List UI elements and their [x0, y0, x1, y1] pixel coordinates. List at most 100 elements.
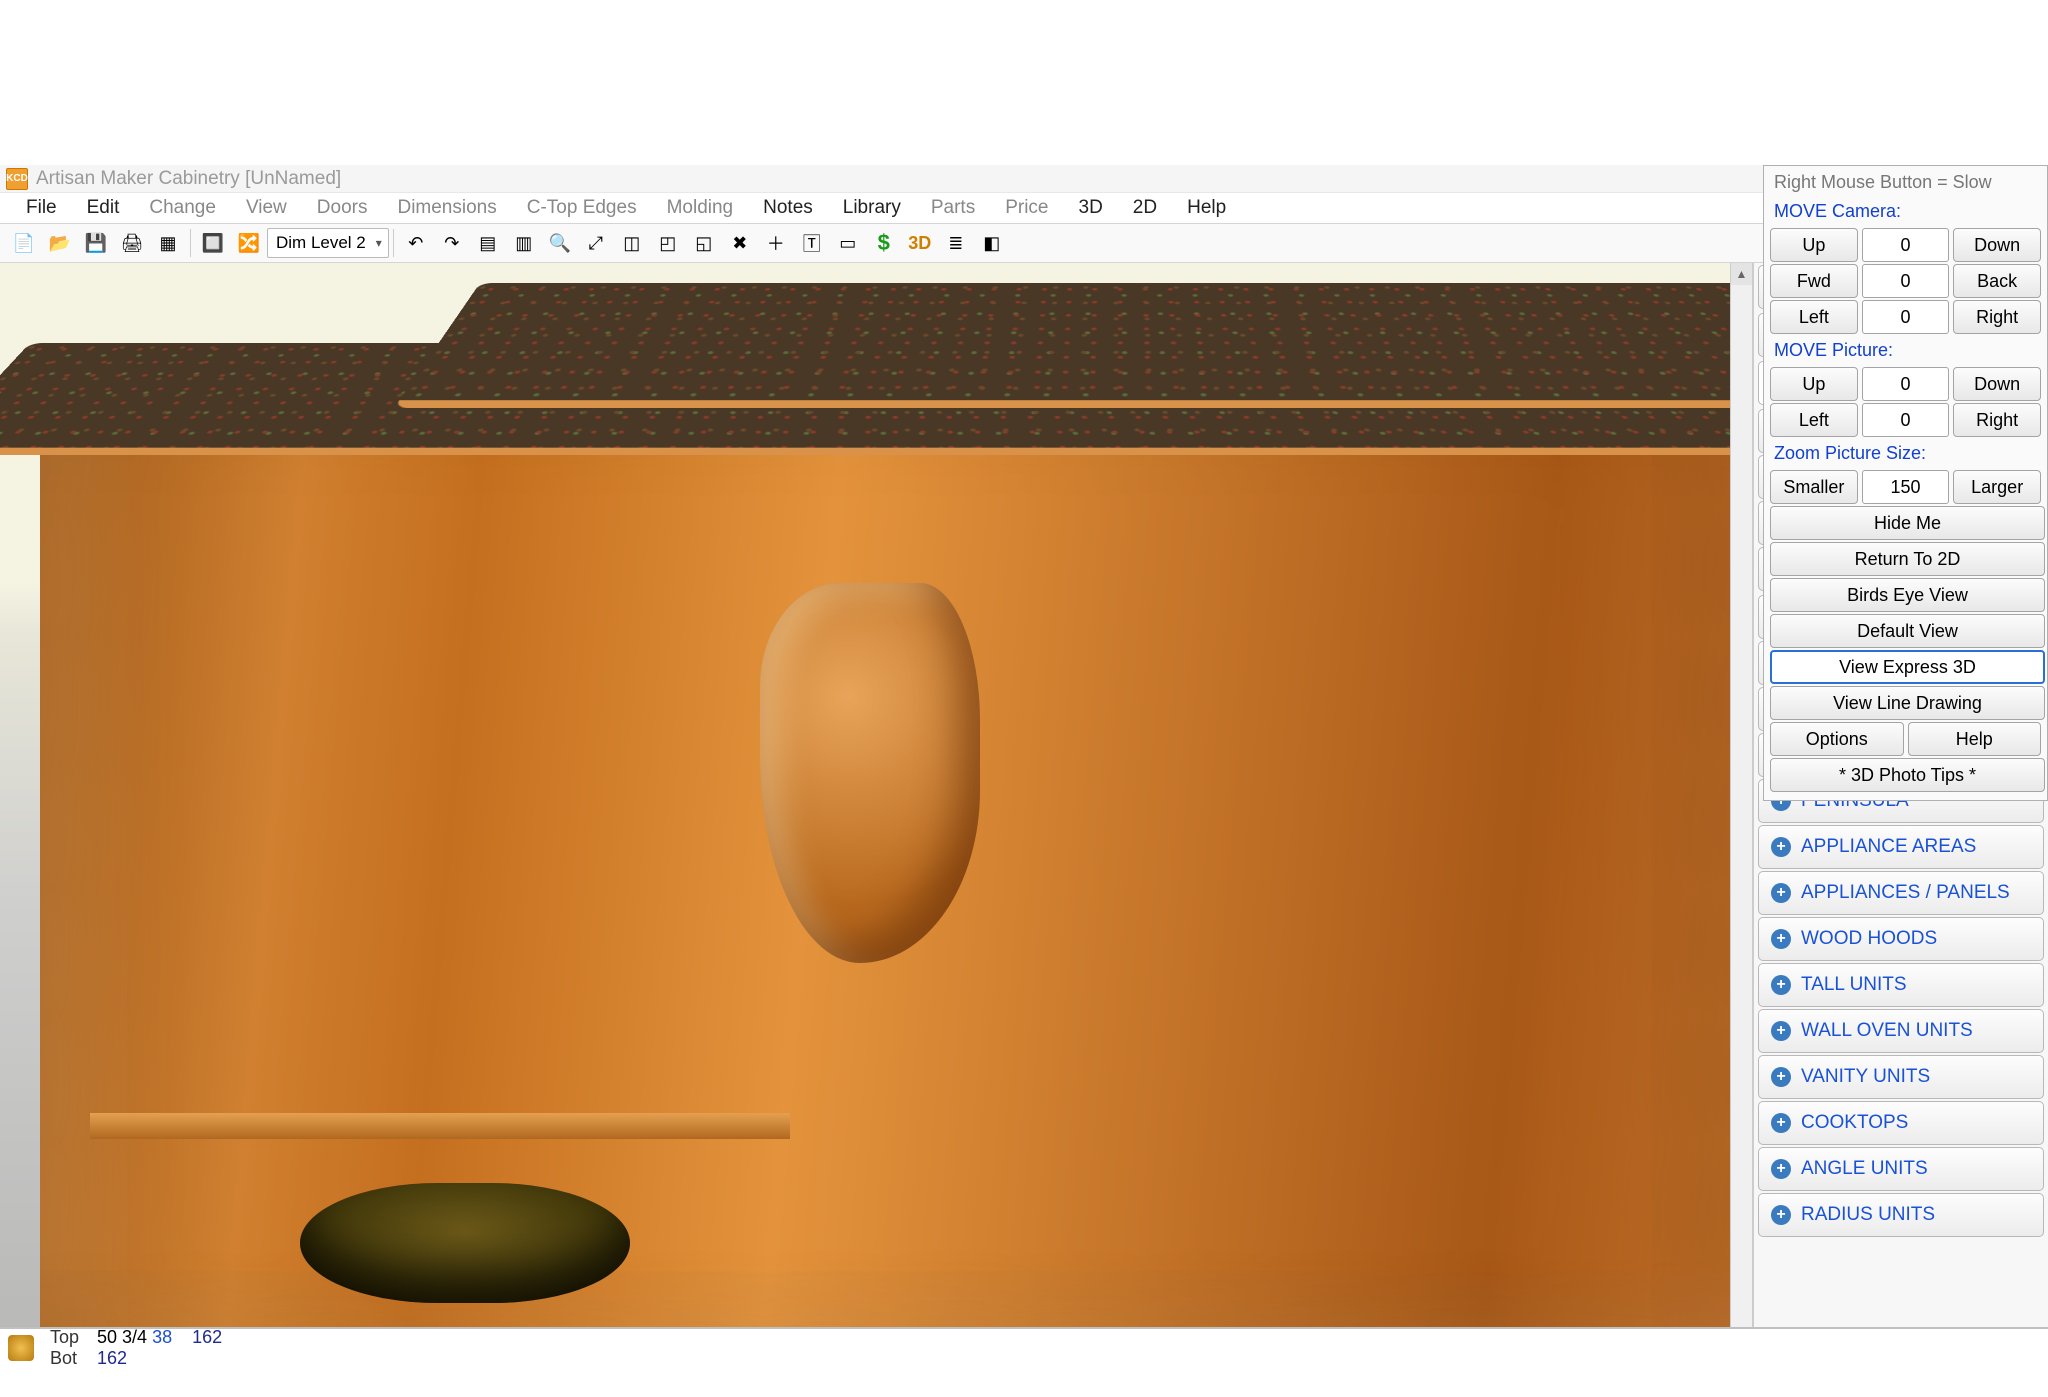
shape3-icon[interactable]: ◱: [686, 227, 722, 259]
shape1-icon[interactable]: ◫: [614, 227, 650, 259]
action-hide-me[interactable]: Hide Me: [1770, 506, 2045, 540]
expand-icon: +: [1771, 1159, 1791, 1179]
undo-icon[interactable]: ↶: [398, 227, 434, 259]
action-return-to-2d[interactable]: Return To 2D: [1770, 542, 2045, 576]
category-appliances-panels[interactable]: +APPLIANCES / PANELS: [1758, 871, 2044, 915]
picture-up-button[interactable]: Up: [1770, 367, 1858, 401]
picture-value-0[interactable]: 0: [1862, 367, 1950, 401]
cabinet-shelf: [90, 1113, 790, 1139]
picture-left-button[interactable]: Left: [1770, 403, 1858, 437]
status-icon: [8, 1335, 34, 1361]
picture-right-button[interactable]: Right: [1953, 403, 2041, 437]
category-vanity-units[interactable]: +VANITY UNITS: [1758, 1055, 2044, 1099]
camera-up-button[interactable]: Up: [1770, 228, 1858, 262]
menu-notes[interactable]: Notes: [749, 193, 827, 223]
3d-viewport[interactable]: ▲: [0, 263, 1753, 1327]
menu-c-top-edges[interactable]: C-Top Edges: [513, 193, 651, 223]
category-label: WALL OVEN UNITS: [1801, 1020, 1973, 1042]
status-top-a: 50 3/4: [97, 1327, 147, 1347]
threeD-icon[interactable]: 3D: [902, 227, 938, 259]
menu-molding[interactable]: Molding: [653, 193, 748, 223]
dollar-icon[interactable]: $: [866, 227, 902, 259]
viewport-scrollbar[interactable]: ▲: [1730, 263, 1752, 1327]
menu-change[interactable]: Change: [135, 193, 230, 223]
category-appliance-areas[interactable]: +APPLIANCE AREAS: [1758, 825, 2044, 869]
expand-icon: +: [1771, 929, 1791, 949]
new-file-icon[interactable]: 📄: [6, 227, 42, 259]
scroll-up-icon[interactable]: ▲: [1731, 263, 1752, 285]
color-icon[interactable]: ◧: [974, 227, 1010, 259]
category-tall-units[interactable]: +TALL UNITS: [1758, 963, 2044, 1007]
grid-icon[interactable]: ▦: [150, 227, 186, 259]
picture-row-0: Up0Down: [1770, 367, 2041, 401]
zoom-in-icon[interactable]: 🔍: [542, 227, 578, 259]
camera-fwd-button[interactable]: Fwd: [1770, 264, 1858, 298]
category-label: APPLIANCE AREAS: [1801, 836, 1976, 858]
options-button[interactable]: Options: [1770, 722, 1904, 756]
redo-icon[interactable]: ↷: [434, 227, 470, 259]
expand-icon: +: [1771, 1067, 1791, 1087]
category-label: COOKTOPS: [1801, 1112, 1908, 1134]
menu-view[interactable]: View: [232, 193, 301, 223]
status-dimensions: Top 50 3/4 38 162 Bot 162: [50, 1327, 222, 1368]
picture-value-1[interactable]: 0: [1862, 403, 1950, 437]
menu-3d[interactable]: 3D: [1065, 193, 1117, 223]
menu-doors[interactable]: Doors: [303, 193, 382, 223]
swap-icon[interactable]: 🔀: [231, 227, 267, 259]
help-button[interactable]: Help: [1908, 722, 2042, 756]
action-view-line-drawing[interactable]: View Line Drawing: [1770, 686, 2045, 720]
camera-row-0: Up0Down: [1770, 228, 2041, 262]
zoom-larger-button[interactable]: Larger: [1953, 470, 2041, 504]
menu-bar: FileEditChangeViewDoorsDimensionsC-Top E…: [0, 193, 2048, 223]
menu-help[interactable]: Help: [1173, 193, 1240, 223]
picture-down-button[interactable]: Down: [1953, 367, 2041, 401]
menu-library[interactable]: Library: [829, 193, 915, 223]
category-label: ANGLE UNITS: [1801, 1158, 1928, 1180]
save-icon[interactable]: 💾: [78, 227, 114, 259]
category-wood-hoods[interactable]: +WOOD HOODS: [1758, 917, 2044, 961]
action-default-view[interactable]: Default View: [1770, 614, 2045, 648]
zoom-smaller-button[interactable]: Smaller: [1770, 470, 1858, 504]
zoom-fit-icon[interactable]: ⤢: [578, 227, 614, 259]
wand-icon[interactable]: ✖: [722, 227, 758, 259]
category-radius-units[interactable]: +RADIUS UNITS: [1758, 1193, 2044, 1237]
menu-dimensions[interactable]: Dimensions: [383, 193, 510, 223]
open-file-icon[interactable]: 📂: [42, 227, 78, 259]
bars-icon[interactable]: ≣: [938, 227, 974, 259]
camera-row-1: Fwd0Back: [1770, 264, 2041, 298]
main-area: ▲ Add Wall Frameless WallHalfWindowDoor …: [0, 263, 2048, 1327]
text-box-icon[interactable]: 🅃: [794, 227, 830, 259]
menu-file[interactable]: File: [12, 193, 71, 223]
camera-value-1[interactable]: 0: [1862, 264, 1950, 298]
dim-level-select[interactable]: Dim Level 2: [267, 228, 389, 258]
category-wall-oven-units[interactable]: +WALL OVEN UNITS: [1758, 1009, 2044, 1053]
zoom-value[interactable]: 150: [1862, 470, 1950, 504]
menu-parts[interactable]: Parts: [917, 193, 989, 223]
camera-value-2[interactable]: 0: [1862, 300, 1950, 334]
menu-edit[interactable]: Edit: [73, 193, 134, 223]
camera-back-button[interactable]: Back: [1953, 264, 2041, 298]
print-icon[interactable]: 🖨: [114, 227, 150, 259]
app-title: Artisan Maker Cabinetry [UnNamed]: [36, 168, 341, 190]
tiles-icon[interactable]: 🔲: [195, 227, 231, 259]
shape2-icon[interactable]: ◰: [650, 227, 686, 259]
camera-down-button[interactable]: Down: [1953, 228, 2041, 262]
camera-control-panel[interactable]: Right Mouse Button = Slow MOVE Camera: U…: [1763, 165, 2048, 801]
camera-left-button[interactable]: Left: [1770, 300, 1858, 334]
category-cooktops[interactable]: +COOKTOPS: [1758, 1101, 2044, 1145]
toolbar-separator: [190, 229, 191, 257]
category-angle-units[interactable]: + ANGLE UNITS: [1758, 1147, 2044, 1191]
menu-price[interactable]: Price: [991, 193, 1062, 223]
status-bar: Top 50 3/4 38 162 Bot 162: [0, 1327, 2048, 1367]
3d-photo-tips-button[interactable]: * 3D Photo Tips *: [1770, 758, 2045, 792]
table-icon[interactable]: ▤: [470, 227, 506, 259]
table-add-icon[interactable]: ▥: [506, 227, 542, 259]
action-birds-eye-view[interactable]: Birds Eye View: [1770, 578, 2045, 612]
menu-2d[interactable]: 2D: [1119, 193, 1171, 223]
rectangle-icon[interactable]: ▭: [830, 227, 866, 259]
camera-right-button[interactable]: Right: [1953, 300, 2041, 334]
action-view-express-3d[interactable]: View Express 3D: [1770, 650, 2045, 684]
status-bot-label: Bot: [50, 1348, 92, 1369]
cross-icon[interactable]: ＋: [758, 227, 794, 259]
camera-value-0[interactable]: 0: [1862, 228, 1950, 262]
